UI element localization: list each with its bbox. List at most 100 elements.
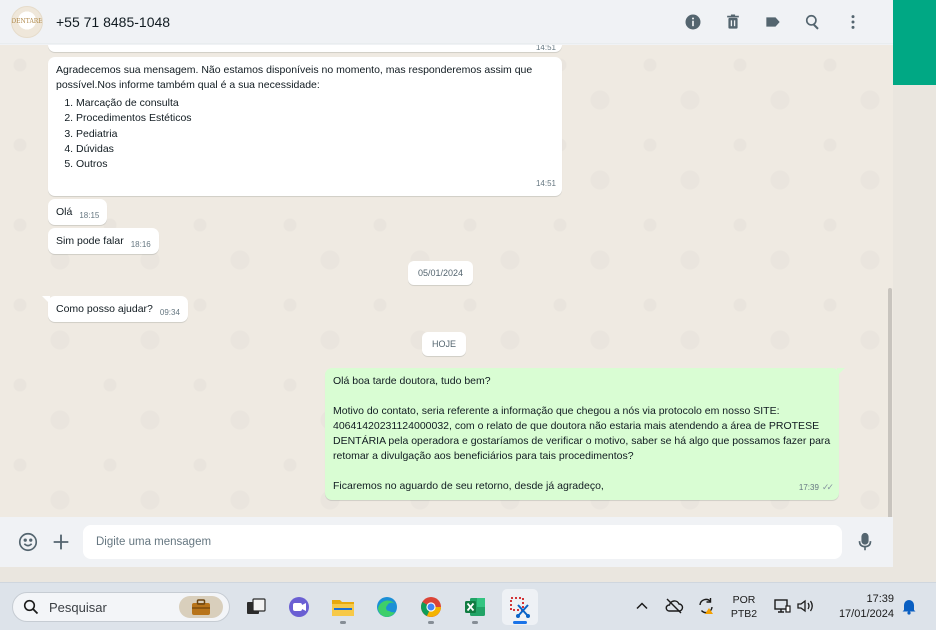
excel-icon (465, 598, 485, 616)
double-check-icon: ✓✓ (821, 482, 834, 492)
avatar-logo-text: DENTARE (11, 18, 43, 25)
snipping-tool-icon (510, 597, 530, 618)
message-bubble-incoming[interactable]: Agradecemos sua mensagem. Não estamos di… (48, 57, 562, 196)
microphone-icon (858, 532, 872, 551)
message-time: 09:34 (159, 307, 180, 317)
show-hidden-icons-button[interactable] (631, 595, 653, 617)
network-button[interactable] (771, 595, 793, 617)
cloud-offline-icon (665, 598, 684, 614)
avatar[interactable]: DENTARE (11, 5, 43, 38)
message-input[interactable] (83, 525, 842, 559)
chat-header: DENTARE +55 71 8485-1048 (0, 0, 893, 44)
snipping-tool-app[interactable] (502, 589, 538, 625)
attach-button[interactable] (48, 529, 74, 555)
message-text: Ficaremos no aguardo de seu retorno, des… (333, 480, 604, 492)
message-time: 18:15 (79, 210, 100, 220)
file-explorer-app[interactable] (325, 589, 361, 625)
message-text: Como posso ajudar? (56, 302, 153, 315)
message-bubble-incoming[interactable]: Sim pode falar 18:16 (48, 228, 159, 254)
sync-status-button[interactable] (695, 595, 717, 617)
emoji-button[interactable] (15, 529, 41, 555)
app-accent-strip (893, 0, 936, 85)
list-item: Procedimentos Estéticos (76, 111, 554, 126)
message-text: Agradecemos sua mensagem. Não estamos di… (56, 64, 533, 91)
message-time: 17:39 (798, 483, 819, 492)
side-panel-background (893, 85, 936, 582)
list-item: Marcação de consulta (76, 96, 554, 111)
bell-icon (902, 600, 916, 615)
header-actions (673, 0, 873, 44)
message-time: 14:51 (535, 179, 556, 188)
label-button[interactable] (753, 2, 793, 42)
task-view-button[interactable] (238, 589, 274, 625)
date-divider: 05/01/2024 (408, 261, 474, 285)
language-code: POR (732, 594, 756, 606)
sync-warning-icon (699, 598, 713, 614)
chevron-up-icon (636, 602, 648, 610)
chrome-browser-app[interactable] (413, 589, 449, 625)
briefcase-icon (192, 599, 210, 615)
list-item: Pediatria (76, 127, 554, 142)
menu-button[interactable] (833, 2, 873, 42)
bubble-tail (42, 296, 50, 304)
delete-button[interactable] (713, 2, 753, 42)
message-bubble-partial: 14:51 (48, 45, 562, 52)
message-text: Sim pode falar (56, 234, 124, 247)
voice-message-button[interactable] (852, 529, 878, 555)
task-view-icon (247, 598, 266, 614)
message-time: 18:16 (130, 239, 151, 249)
running-indicator (340, 621, 346, 624)
message-time: 14:51 (535, 45, 556, 52)
chrome-icon (421, 597, 441, 617)
info-icon (685, 14, 701, 30)
teams-chat-app[interactable] (281, 589, 317, 625)
running-indicator (472, 621, 478, 624)
message-text: Olá boa tarde doutora, tudo bem? (333, 375, 491, 387)
taskbar-search[interactable]: Pesquisar (12, 592, 230, 622)
edge-browser-app[interactable] (369, 589, 405, 625)
message-bubble-outgoing[interactable]: Olá boa tarde doutora, tudo bem? Motivo … (325, 368, 845, 500)
message-text: Motivo do contato, seria referente a inf… (333, 405, 831, 462)
excel-app[interactable] (457, 589, 493, 625)
label-icon (766, 17, 780, 27)
notifications-button[interactable] (898, 595, 920, 617)
keyboard-layout: PTB2 (730, 608, 758, 620)
date-divider: HOJE (422, 332, 467, 356)
search-label: Pesquisar (49, 599, 107, 615)
message-composer (0, 517, 893, 567)
window-bottom-edge (0, 567, 936, 582)
volume-button[interactable] (795, 595, 817, 617)
chat-messages[interactable]: 14:51 Agradecemos sua mensagem. Não esta… (0, 45, 893, 517)
delete-icon (727, 14, 739, 29)
emoji-icon (18, 532, 38, 552)
info-button[interactable] (673, 2, 713, 42)
onedrive-button[interactable] (663, 595, 685, 617)
input-language-indicator[interactable]: POR PTB2 (729, 593, 759, 621)
menu-icon (851, 15, 855, 29)
bubble-tail (837, 368, 845, 376)
message-spacer (333, 464, 831, 479)
running-indicator (513, 621, 527, 624)
chat-scrollbar[interactable] (888, 288, 892, 517)
clock-date: 17/01/2024 (838, 608, 894, 620)
list-item: Outros (76, 157, 554, 172)
message-spacer (333, 389, 831, 404)
message-bubble-incoming[interactable]: Como posso ajudar? 09:34 (42, 296, 188, 322)
speaker-icon (797, 599, 813, 613)
contact-name[interactable]: +55 71 8485-1048 (56, 14, 170, 30)
message-bubble-incoming[interactable]: Olá 18:15 (48, 199, 108, 225)
system-clock[interactable]: 17:39 17/01/2024 (826, 592, 894, 622)
search-icon (805, 14, 819, 30)
monitor-network-icon (774, 599, 791, 613)
running-indicator (428, 621, 434, 624)
chat-app-icon (289, 597, 309, 617)
search-button[interactable] (793, 2, 833, 42)
plus-icon (53, 534, 69, 550)
edge-icon (377, 597, 397, 617)
search-highlight-badge (179, 596, 223, 618)
options-list: Marcação de consulta Procedimentos Estét… (56, 96, 554, 172)
clock-time: 17:39 (866, 593, 894, 605)
message-footer: 17:39 ✓✓ (798, 480, 834, 495)
message-text: Olá (56, 205, 73, 218)
windows-taskbar: Pesquisar POR PTB2 17:39 17/01/2024 (0, 582, 936, 630)
